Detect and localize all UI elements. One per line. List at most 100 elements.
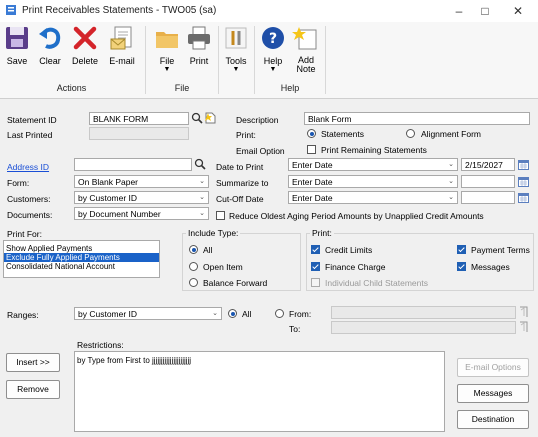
include-all-radio[interactable] — [189, 245, 198, 254]
print-button[interactable]: Print — [185, 24, 213, 66]
file-label: File — [159, 56, 175, 66]
floppy-disk-icon — [6, 27, 28, 49]
print-remaining-checkbox[interactable] — [307, 145, 316, 154]
reduce-aging-checkbox[interactable] — [216, 211, 225, 220]
date-to-print-date-field[interactable]: 2/15/2027 — [461, 158, 515, 171]
customers-dropdown[interactable]: by Customer ID ⌄ — [74, 191, 209, 204]
app-icon — [6, 5, 16, 15]
range-lookup-icon[interactable] — [518, 306, 529, 318]
range-lookup-icon[interactable] — [518, 321, 529, 333]
summarize-to-label: Summarize to — [216, 178, 269, 188]
summarize-to-dropdown[interactable]: Enter Date ⌄ — [288, 175, 458, 188]
statements-radio[interactable] — [307, 129, 316, 138]
date-to-print-dropdown-value: Enter Date — [292, 160, 333, 170]
group-actions-label: Actions — [56, 83, 87, 93]
calendar-icon[interactable] — [518, 159, 529, 170]
balance-forward-label: Balance Forward — [203, 278, 268, 288]
add-note-button[interactable]: Add Note — [292, 24, 320, 74]
save-button[interactable]: Save — [3, 24, 31, 66]
open-item-radio[interactable] — [189, 262, 198, 271]
alignment-form-radio[interactable] — [406, 129, 415, 138]
new-document-icon[interactable] — [204, 112, 216, 124]
email-button[interactable]: E-mail — [106, 24, 138, 66]
insert-button[interactable]: Insert >> — [6, 353, 60, 372]
ranges-from-field[interactable] — [331, 306, 516, 319]
tools-menu-button[interactable]: Tools ▼ — [222, 24, 250, 73]
form-dropdown-value: On Blank Paper — [78, 177, 139, 187]
messages-button[interactable]: Messages — [457, 384, 529, 403]
chevron-down-icon: ⌄ — [199, 194, 205, 201]
ribbon-separator — [254, 26, 255, 94]
email-option-label: Email Option — [236, 146, 285, 156]
calendar-icon[interactable] — [518, 176, 529, 187]
chevron-down-icon: ⌄ — [199, 178, 205, 185]
ranges-dropdown-value: by Customer ID — [78, 309, 138, 319]
ranges-all-label: All — [242, 309, 252, 319]
print-label: Print — [189, 56, 209, 66]
print-for-item[interactable]: Consolidated National Account — [4, 262, 159, 271]
finance-charge-label: Finance Charge — [325, 262, 386, 272]
close-icon[interactable]: ✕ — [507, 3, 529, 19]
print-type-label: Print: — [236, 130, 256, 140]
balance-forward-radio[interactable] — [189, 278, 198, 287]
clear-button[interactable]: Clear — [36, 24, 64, 66]
last-printed-label: Last Printed — [7, 130, 53, 140]
address-id-field[interactable] — [74, 158, 192, 171]
print-for-item[interactable]: Show Applied Payments — [4, 244, 159, 253]
add-note-label-line2: Note — [296, 64, 316, 74]
ranges-all-radio[interactable] — [228, 309, 237, 318]
documents-dropdown[interactable]: by Document Number ⌄ — [74, 207, 209, 220]
minimize-icon[interactable]: – — [448, 3, 470, 19]
ranges-from-radio[interactable] — [275, 309, 284, 318]
toolbar-ribbon: Save Clear Delete E-mail Actions File ▼ … — [0, 22, 538, 99]
cutoff-date-date-field[interactable] — [461, 191, 515, 204]
cutoff-date-dropdown[interactable]: Enter Date ⌄ — [288, 191, 458, 204]
form-dropdown[interactable]: On Blank Paper ⌄ — [74, 175, 209, 188]
lookup-icon[interactable] — [194, 158, 206, 170]
reduce-aging-label: Reduce Oldest Aging Period Amounts by Un… — [229, 211, 484, 221]
maximize-icon[interactable]: □ — [474, 3, 496, 19]
add-note-label: Add Note — [292, 56, 320, 74]
help-label: Help — [263, 56, 283, 66]
note-star-icon — [292, 27, 317, 50]
undo-arrow-icon — [39, 27, 61, 49]
restrictions-label: Restrictions: — [77, 340, 124, 350]
file-menu-button[interactable]: File ▼ — [153, 24, 181, 73]
date-to-print-dropdown[interactable]: Enter Date ⌄ — [288, 158, 458, 171]
payment-terms-checkbox[interactable] — [457, 245, 466, 254]
email-options-button[interactable]: E-mail Options — [457, 358, 529, 377]
restriction-item[interactable]: by Type from First to jjjjjjjjjjjjjjjjjj… — [75, 356, 444, 365]
print-for-item-selected[interactable]: Exclude Fully Applied Payments — [4, 253, 159, 262]
group-file-label: File — [174, 83, 190, 93]
print-for-listbox[interactable]: Show Applied Payments Exclude Fully Appl… — [3, 240, 160, 278]
chevron-down-icon: ⌄ — [212, 310, 218, 317]
open-item-label: Open Item — [203, 262, 243, 272]
delete-button[interactable]: Delete — [70, 24, 100, 66]
address-id-link[interactable]: Address ID — [7, 162, 49, 172]
individual-child-checkbox[interactable] — [311, 278, 320, 287]
summarize-to-date-field[interactable] — [461, 175, 515, 188]
ranges-label: Ranges: — [7, 310, 39, 320]
restrictions-listbox[interactable]: by Type from First to jjjjjjjjjjjjjjjjjj… — [74, 351, 445, 432]
credit-limits-checkbox[interactable] — [311, 245, 320, 254]
lookup-icon[interactable] — [191, 112, 203, 124]
statement-id-field[interactable]: BLANK FORM — [89, 112, 189, 125]
messages-checkbox[interactable] — [457, 262, 466, 271]
statements-radio-label: Statements — [321, 129, 364, 139]
chevron-down-icon: ⌄ — [199, 210, 205, 217]
finance-charge-checkbox[interactable] — [311, 262, 320, 271]
title-bar: Print Receivables Statements - TWO05 (sa… — [0, 0, 538, 22]
description-field[interactable]: Blank Form — [304, 112, 530, 125]
chevron-down-icon: ⌄ — [448, 178, 454, 185]
calendar-icon[interactable] — [518, 192, 529, 203]
help-menu-button[interactable]: ? Help ▼ — [259, 24, 287, 73]
alignment-form-radio-label: Alignment Form — [421, 129, 481, 139]
destination-button[interactable]: Destination — [457, 410, 529, 429]
ranges-dropdown[interactable]: by Customer ID ⌄ — [74, 307, 222, 320]
customers-label: Customers: — [7, 194, 51, 204]
remove-button[interactable]: Remove — [6, 380, 60, 399]
ribbon-separator — [218, 26, 219, 94]
chevron-down-icon: ▼ — [232, 66, 240, 73]
ranges-to-field[interactable] — [331, 321, 516, 334]
ranges-to-label: To: — [289, 324, 301, 334]
